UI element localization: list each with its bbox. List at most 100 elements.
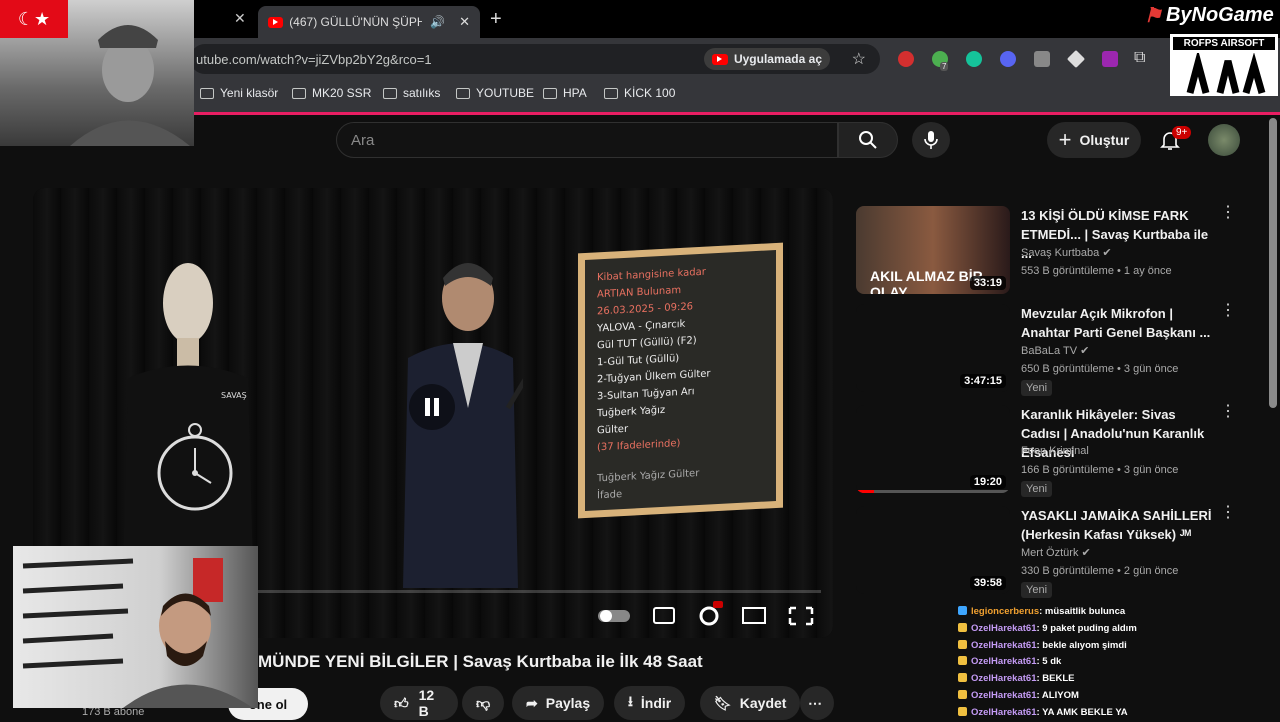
more-options-icon[interactable]: ⋮ <box>1220 505 1236 521</box>
theater-mode-icon[interactable] <box>742 607 766 624</box>
more-options-icon[interactable]: ⋮ <box>1220 404 1236 420</box>
rofps-text: ROFPS AIRSOFT <box>1173 37 1275 50</box>
account-avatar[interactable] <box>1208 124 1240 156</box>
bookmark-folder[interactable]: MK20 SSR <box>292 86 371 100</box>
dislike-button[interactable]: 👎︎ <box>462 686 504 720</box>
brand-logo-icon: ⚑ <box>1144 4 1162 27</box>
video-thumbnail[interactable]: AKIL ALMAZ BİR OLAY 33:19 <box>856 206 1010 294</box>
bookmark-folder[interactable]: YOUTUBE <box>456 86 534 100</box>
video-thumbnail[interactable]: 19:20 <box>856 405 1010 493</box>
folder-icon <box>543 87 557 99</box>
fullscreen-icon[interactable] <box>788 606 814 626</box>
bookmark-folder[interactable]: Yeni klasör <box>200 86 278 100</box>
chat-badge-icon <box>958 622 967 632</box>
chat-username: OzelHarekat61 <box>971 689 1037 701</box>
recommendation-item[interactable]: AKIL ALMAZ BİR OLAY 33:19 13 KİŞİ ÖLDÜ K… <box>856 205 1236 302</box>
more-actions-button[interactable]: ⋯ <box>800 686 834 720</box>
open-in-app-button[interactable]: Uygulamada aç <box>703 48 830 70</box>
notification-count-badge: 9+ <box>1172 126 1192 139</box>
download-button[interactable]: ⭳ İndir <box>614 686 686 720</box>
folder-icon <box>383 87 397 99</box>
chat-line: OzelHarekat61: bekle alıyom şimdi <box>958 638 1280 655</box>
bookmark-label: HPA <box>563 86 587 100</box>
video-duration: 33:19 <box>969 276 1006 290</box>
rofps-airsoft-logo: ROFPS AIRSOFT <box>1170 34 1278 96</box>
search-input[interactable]: Ara <box>336 122 838 158</box>
create-button[interactable]: + Oluştur <box>1047 122 1141 158</box>
video-title: MÜNDE YENİ BİLGİLER | Savaş Kurtbaba ile… <box>258 652 703 671</box>
chat-username: OzelHarekat61 <box>971 639 1037 651</box>
share-button[interactable]: ➦ Paylaş <box>512 686 605 720</box>
save-button[interactable]: 🔖︎ Kaydet <box>700 686 801 720</box>
extension-red-icon[interactable] <box>898 51 914 67</box>
thumbs-down-icon: 👎︎ <box>476 694 491 711</box>
chat-badge-icon <box>958 656 967 666</box>
search-button[interactable] <box>838 122 898 158</box>
tab-active[interactable]: (467) GÜLLÜ'NÜN ŞÜPHELİ 🔊 ✕ <box>258 6 480 38</box>
chat-message: : müsaitlik bulunca <box>1039 606 1126 617</box>
recommendation-item[interactable]: 39:58 YASAKLI JAMAİKA SAHİLLERİ (Herkesi… <box>856 505 1236 602</box>
scrollbar[interactable] <box>1269 118 1277 408</box>
url-omnibox[interactable]: utube.com/watch?v=jiZVbp2bY2g&rco=1 Uygu… <box>190 44 880 74</box>
channel-name[interactable]: Foon Kriminal <box>1021 445 1089 457</box>
pause-button[interactable] <box>409 384 455 430</box>
open-in-app-label: Uygulamada aç <box>733 52 822 66</box>
channel-name[interactable]: BaBaLa TV ✔ <box>1021 344 1089 357</box>
download-icon: ⭳ <box>628 693 633 709</box>
recommendation-item[interactable]: 3:47:15 Mevzular Açık Mikrofon | Anahtar… <box>856 303 1236 400</box>
plus-icon: + <box>1058 127 1072 152</box>
chat-line: legioncerberus: müsaitlik bulunca <box>958 604 1280 621</box>
subtitles-icon[interactable] <box>653 607 675 624</box>
chat-username: OzelHarekat61 <box>971 706 1037 718</box>
youtube-icon <box>711 53 728 65</box>
create-label: Oluştur <box>1079 132 1130 148</box>
recommendation-title[interactable]: YASAKLI JAMAİKA SAHİLLERİ (Herkesin Kafa… <box>1021 506 1216 544</box>
star-icon[interactable]: ☆ <box>852 49 866 69</box>
channel-name[interactable]: Mert Öztürk ✔ <box>1021 546 1091 559</box>
video-duration: 3:47:15 <box>960 374 1006 388</box>
more-horizontal-icon: ⋯ <box>808 694 822 711</box>
new-tab-button[interactable]: + <box>490 8 502 31</box>
discord-extension-icon[interactable] <box>1000 51 1016 67</box>
like-button[interactable]: 👍︎ 12 B <box>380 686 458 720</box>
new-badge: Yeni <box>1021 481 1053 497</box>
mannequin-figure: SAVAŞ <box>123 263 253 568</box>
settings-gear-icon[interactable] <box>699 606 719 626</box>
url-text: utube.com/watch?v=jiZVbp2bY2g&rco=1 <box>196 51 432 67</box>
bookmark-folder[interactable]: HPA <box>543 86 587 100</box>
close-tab-icon[interactable]: ✕ <box>234 10 246 27</box>
recommendation-item[interactable]: 19:20 Karanlık Hikâyeler: Sivas Cadısı |… <box>856 404 1236 501</box>
speaker-icon[interactable]: 🔊 <box>430 15 445 29</box>
shield-extension-icon[interactable] <box>1034 51 1050 67</box>
bookmark-folder[interactable]: KİCK 100 <box>604 86 675 100</box>
extension-badge: 7 <box>940 62 949 71</box>
chat-message: : BEKLE <box>1036 673 1075 685</box>
accent-line <box>190 112 1280 115</box>
video-meta: 330 B görüntüleme • 2 gün önce <box>1021 565 1179 577</box>
bookmark-label: Yeni klasör <box>220 86 279 100</box>
folder-icon <box>604 87 618 99</box>
video-meta: 553 B görüntüleme • 1 ay önce <box>1021 265 1172 277</box>
puzzle-extensions-icon[interactable]: ⧉ <box>1134 49 1145 67</box>
recommendation-title[interactable]: Mevzular Açık Mikrofon | Anahtar Parti G… <box>1021 304 1216 342</box>
video-meta: 650 B görüntüleme • 3 gün önce <box>1021 363 1179 375</box>
brand-logo: ⚑ ByNoGame <box>1144 0 1280 30</box>
chat-line: OzelHarekat61: BEKLE <box>958 671 1280 688</box>
chat-username: OzelHarekat61 <box>971 673 1037 685</box>
bookmark-folder[interactable]: satılıks <box>383 86 440 100</box>
video-thumbnail[interactable]: 39:58 <box>856 506 1010 594</box>
grammarly-icon[interactable] <box>966 51 982 67</box>
channel-name[interactable]: Savaş Kurtbaba ✔ <box>1021 246 1112 259</box>
search-icon <box>859 131 877 149</box>
chat-message: : ALIYOM <box>1036 689 1079 701</box>
more-options-icon[interactable]: ⋮ <box>1220 303 1236 319</box>
video-thumbnail[interactable]: 3:47:15 <box>856 304 1010 392</box>
video-duration: 39:58 <box>969 576 1006 590</box>
more-options-icon[interactable]: ⋮ <box>1220 205 1236 221</box>
video-meta: 166 B görüntüleme • 3 gün önce <box>1021 464 1179 476</box>
bookmark-label: KİCK 100 <box>624 86 676 100</box>
purple-extension-icon[interactable] <box>1102 51 1118 67</box>
close-tab-icon[interactable]: ✕ <box>459 14 470 30</box>
voice-search-button[interactable] <box>912 122 950 158</box>
tab-title: (467) GÜLLÜ'NÜN ŞÜPHELİ <box>289 15 423 29</box>
